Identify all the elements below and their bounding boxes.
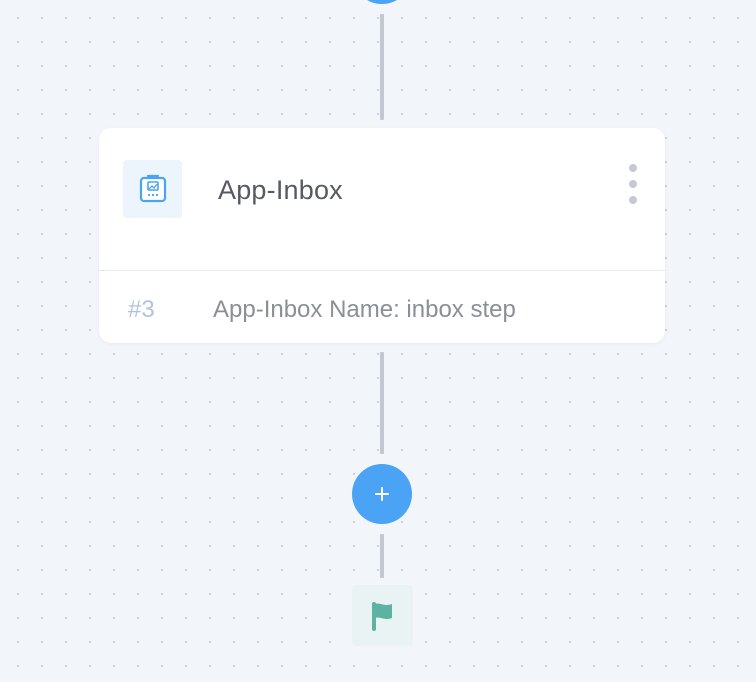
connector-line <box>380 352 384 454</box>
plus-icon <box>375 487 389 501</box>
end-flag-node[interactable] <box>352 585 413 646</box>
kebab-menu-icon[interactable] <box>623 164 643 204</box>
connector-line <box>380 14 384 120</box>
step-description: App-Inbox Name: inbox step <box>213 296 516 323</box>
step-number: #3 <box>128 296 155 323</box>
previous-step-node[interactable] <box>352 0 412 4</box>
step-card-header: App-Inbox <box>99 128 665 271</box>
step-card-footer: #3 App-Inbox Name: inbox step <box>99 271 665 343</box>
step-card-title: App-Inbox <box>218 175 343 205</box>
app-inbox-step-card[interactable]: App-Inbox #3 App-Inbox Name: inbox step <box>99 128 665 343</box>
menu-dot <box>629 164 637 172</box>
menu-dot <box>629 180 637 188</box>
connector-line <box>380 534 384 578</box>
add-step-button[interactable] <box>352 464 412 524</box>
flag-icon <box>371 601 392 631</box>
menu-dot <box>629 196 637 204</box>
app-inbox-icon <box>123 160 182 218</box>
